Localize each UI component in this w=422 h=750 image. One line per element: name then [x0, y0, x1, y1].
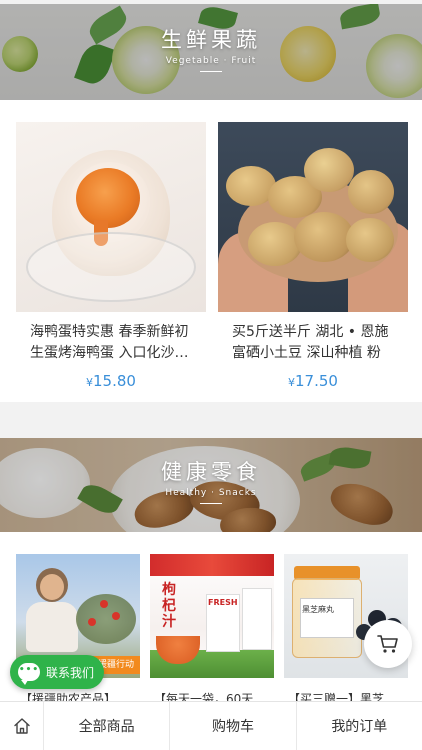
bottom-tab-bar: 全部商品 购物车 我的订单 [0, 701, 422, 750]
currency-symbol: ¥ [288, 376, 296, 389]
price-value: 17.50 [295, 372, 338, 390]
page: 生鲜果蔬 Vegetable · Fruit 海鸭蛋特实惠 春季新鲜初生蛋烤海鸭… [0, 0, 422, 750]
banner-divider [200, 71, 222, 72]
floating-cart-button[interactable] [364, 620, 412, 668]
product-card[interactable]: 海鸭蛋特实惠 春季新鲜初生蛋烤海鸭蛋 入口化沙… ¥15.80 [16, 122, 206, 390]
banner-subtitle: Healthy · Snacks [165, 488, 257, 498]
product-price: ¥17.50 [218, 372, 408, 390]
product-name[interactable]: 海鸭蛋特实惠 春季新鲜初生蛋烤海鸭蛋 入口化沙… [16, 322, 206, 364]
contact-us-label: 联系我们 [46, 665, 95, 680]
section-gap [0, 402, 422, 438]
banner-title-wrap: 生鲜果蔬 Vegetable · Fruit [0, 24, 422, 72]
banner-title: 生鲜果蔬 [161, 28, 261, 52]
banner-divider [200, 503, 222, 504]
banner-snacks[interactable]: 健康零食 Healthy · Snacks [0, 438, 422, 532]
tab-home[interactable] [0, 701, 44, 750]
banner-subtitle: Vegetable · Fruit [165, 56, 257, 66]
product-card[interactable]: 买5斤送半斤 湖北 • 恩施富硒小土豆 深山种植 粉嫩… ¥17.50 [218, 122, 408, 390]
product-image-goji[interactable]: 枸杞汁 FRESH [150, 554, 274, 678]
product-name[interactable]: 买5斤送半斤 湖北 • 恩施富硒小土豆 深山种植 粉嫩… [218, 322, 408, 364]
contact-us-button[interactable]: ••• 联系我们 [10, 655, 104, 689]
price-value: 15.80 [93, 372, 136, 390]
product-image-potato[interactable] [218, 122, 408, 312]
tab-cart[interactable]: 购物车 [170, 701, 297, 750]
banner-title-wrap: 健康零食 Healthy · Snacks [0, 456, 422, 504]
banner-title: 健康零食 [161, 460, 261, 484]
product-price: ¥15.80 [16, 372, 206, 390]
product-image-text: FRESH [208, 598, 238, 607]
tab-all-products[interactable]: 全部商品 [44, 701, 171, 750]
product-image-text: 黑芝麻丸 [302, 605, 334, 614]
tab-my-orders[interactable]: 我的订单 [297, 702, 422, 750]
currency-symbol: ¥ [86, 376, 94, 389]
product-image-duck-egg[interactable] [16, 122, 206, 312]
chat-dots: ••• [18, 664, 40, 675]
cart-icon [377, 635, 398, 653]
product-image-text: 枸杞汁 [162, 582, 176, 630]
product-card[interactable]: 枸杞汁 FRESH 【每天一袋，60天 [150, 554, 274, 707]
fresh-products-section: 海鸭蛋特实惠 春季新鲜初生蛋烤海鸭蛋 入口化沙… ¥15.80 买5斤送半斤 湖… [0, 100, 422, 402]
chat-bubble-icon: ••• [18, 663, 40, 685]
home-icon [13, 718, 30, 734]
product-grid: 海鸭蛋特实惠 春季新鲜初生蛋烤海鸭蛋 入口化沙… ¥15.80 买5斤送半斤 湖… [16, 122, 408, 390]
banner-fresh[interactable]: 生鲜果蔬 Vegetable · Fruit [0, 4, 422, 100]
